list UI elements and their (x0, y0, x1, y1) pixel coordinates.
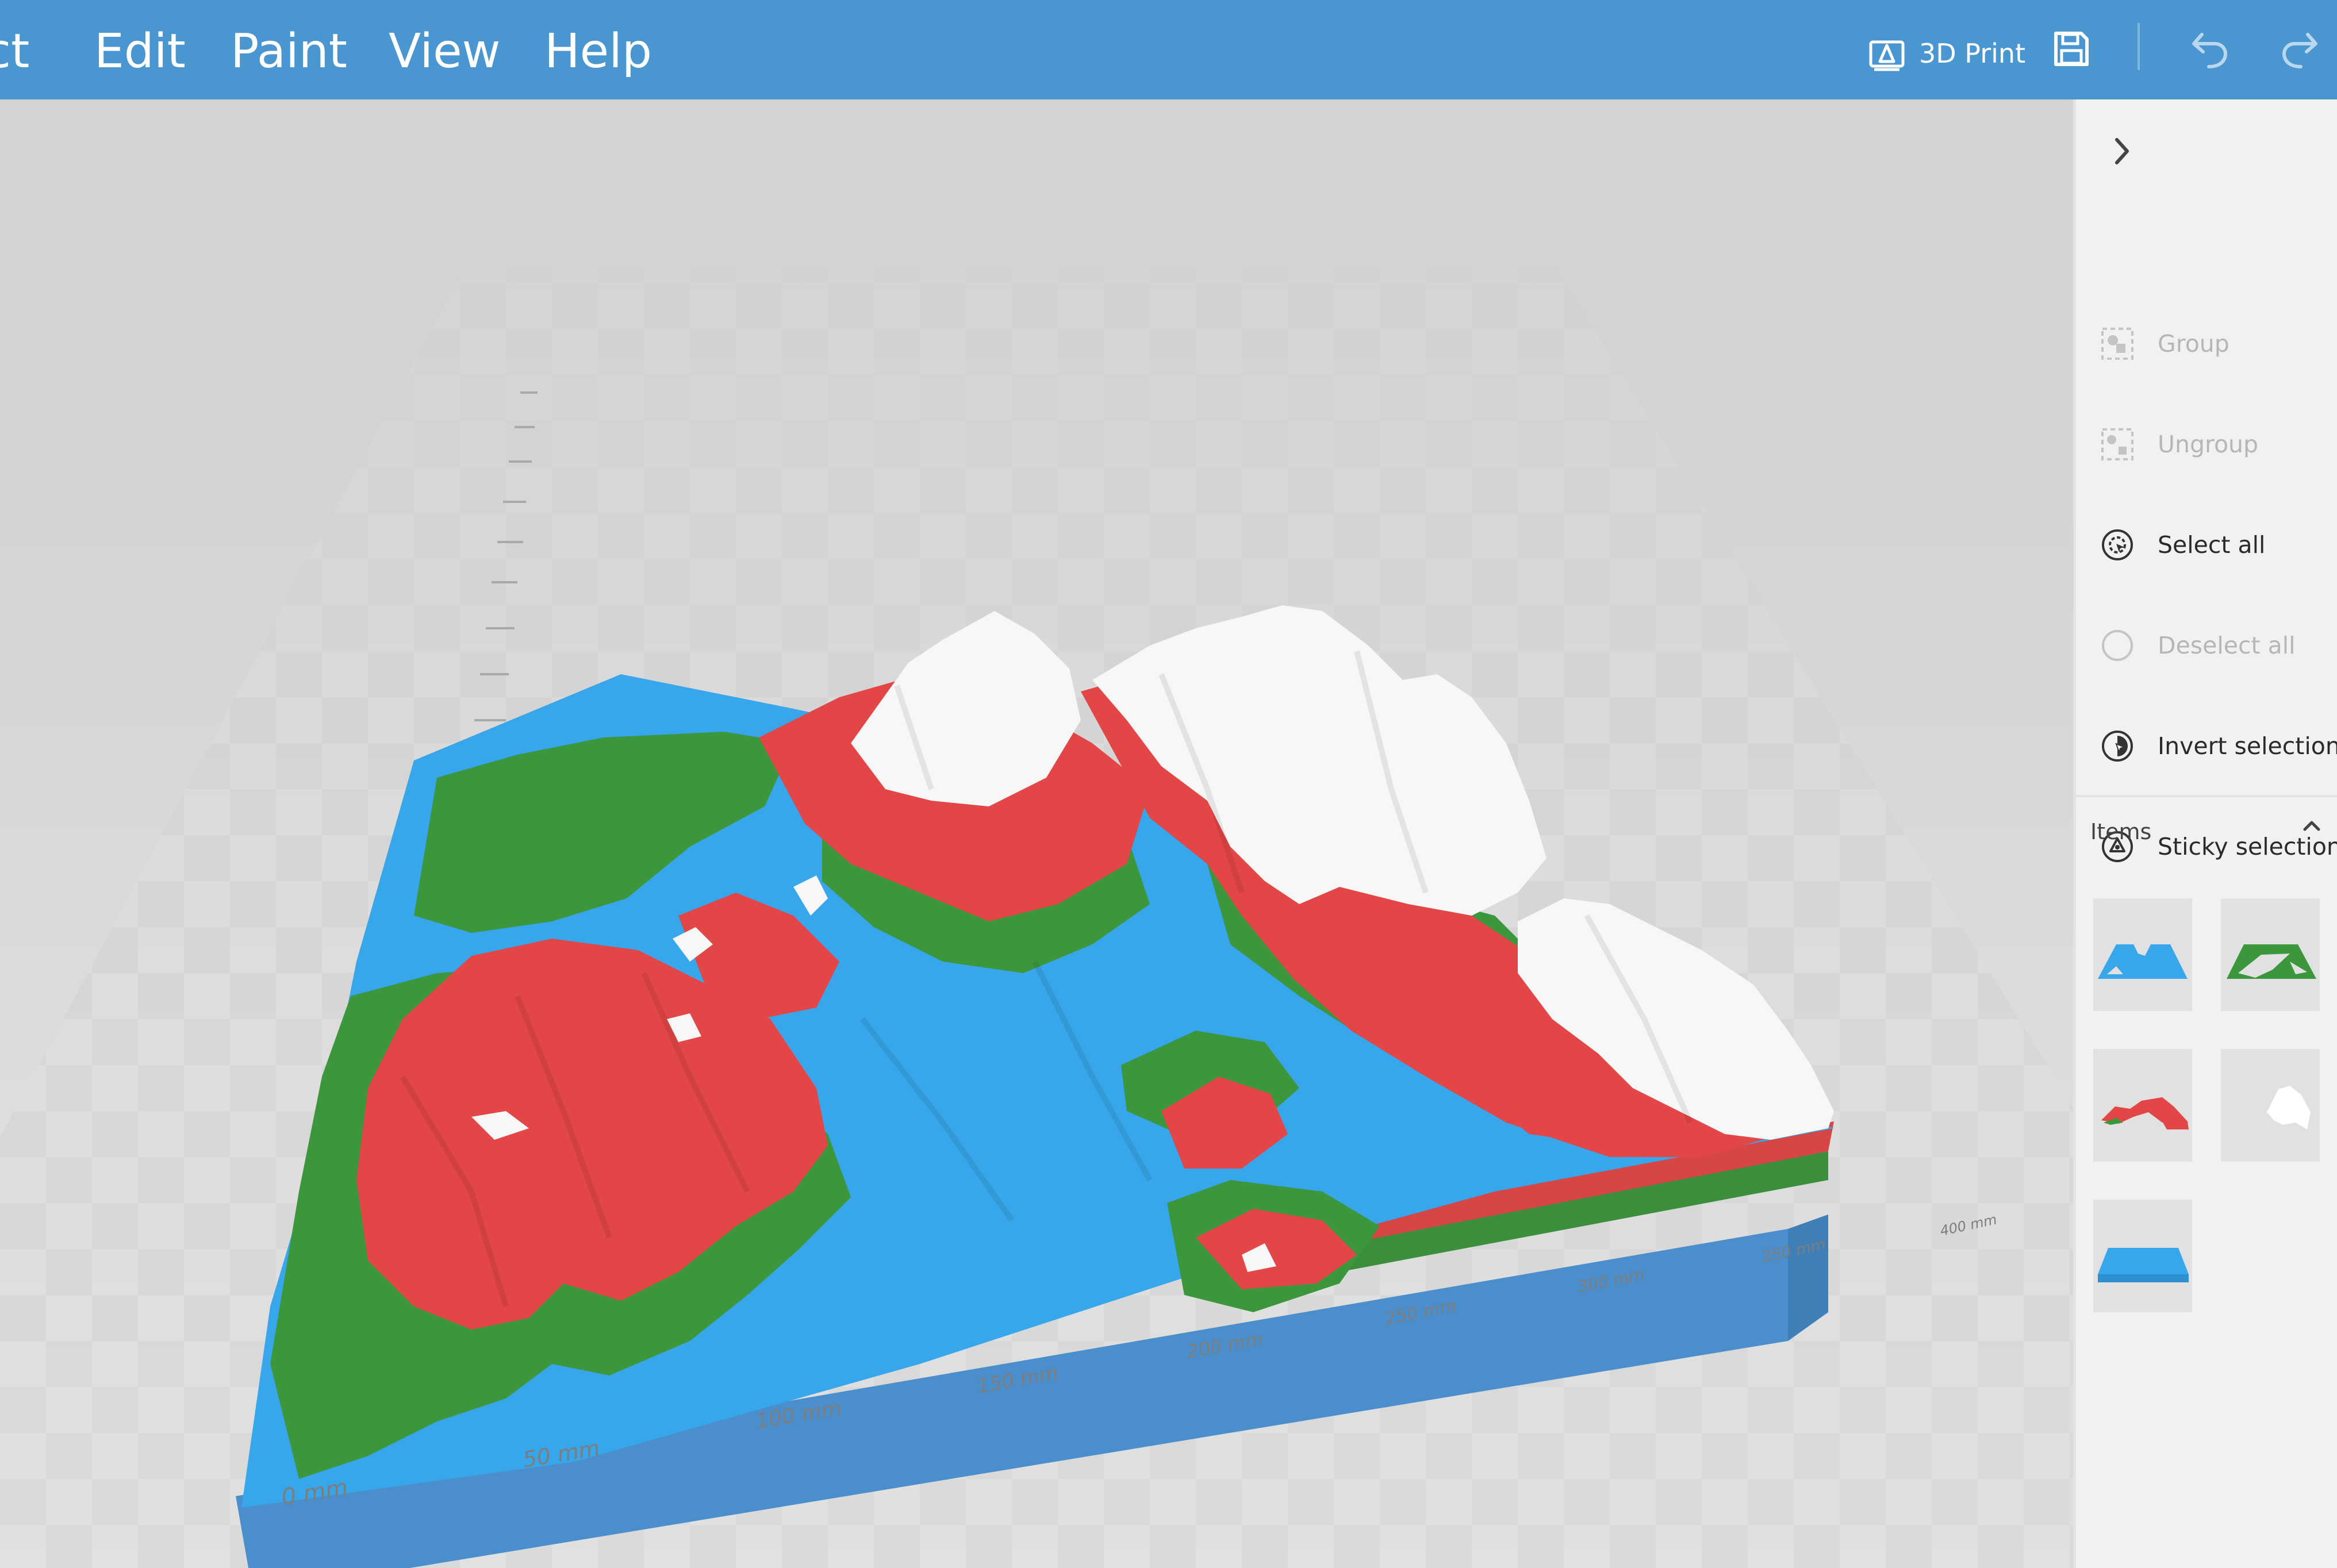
chevron-right-icon (2108, 138, 2136, 171)
3d-scene[interactable] (0, 99, 2073, 1568)
deselect-all-label: Deselect all (2158, 632, 2296, 659)
invert-selection-icon (2102, 731, 2133, 762)
item-thumbnail-rock[interactable] (2093, 1049, 2192, 1162)
collapse-panel-button[interactable] (2108, 134, 2136, 171)
select-all-label: Select all (2158, 531, 2266, 559)
deselect-all-button[interactable]: Deselect all (2099, 620, 2296, 671)
redo-icon (2275, 26, 2321, 72)
base-preview (2098, 1248, 2189, 1282)
group-button[interactable]: Group (2099, 318, 2229, 370)
water-layer-preview (2098, 944, 2188, 979)
save-button[interactable] (2051, 29, 2092, 69)
invert-selection-label: Invert selection (2158, 732, 2337, 760)
undo-icon (2188, 26, 2234, 72)
toolbar-divider (2138, 23, 2140, 70)
menu-view[interactable]: View (389, 23, 501, 80)
item-thumbnail-snow[interactable] (2221, 1049, 2320, 1162)
3d-viewport[interactable]: 0 mm 50 mm 100 mm 150 mm 200 mm 250 mm 3… (0, 99, 2073, 1568)
item-thumbnail-base[interactable] (2093, 1200, 2192, 1312)
items-collapse-button[interactable] (2300, 817, 2323, 836)
menu-bar: ct Edit Paint View Help 3D Print (0, 0, 2337, 99)
item-thumbnail-water[interactable] (2093, 898, 2192, 1011)
3d-print-label: 3D Print (1919, 38, 2026, 69)
redo-button[interactable] (2275, 26, 2321, 72)
snow-layer-preview (2267, 1086, 2311, 1129)
menu-help[interactable]: Help (544, 23, 652, 80)
select-all-button[interactable]: Select all (2099, 519, 2265, 571)
deselect-all-icon (2102, 630, 2133, 661)
invert-selection-button[interactable]: Invert selection (2099, 720, 2337, 772)
ungroup-button[interactable]: Ungroup (2099, 418, 2258, 470)
paint-3d-window: ct Edit Paint View Help 3D Print (0, 0, 2337, 1568)
selection-panel: Group Ungroup Select all Deselect all In… (2073, 99, 2337, 1568)
ungroup-label: Ungroup (2158, 431, 2259, 458)
item-thumbnail-forest[interactable] (2221, 898, 2320, 1011)
sticky-selection-label: Sticky selection (2158, 833, 2337, 860)
menu-project[interactable]: ct (0, 23, 29, 80)
forest-layer-preview (2227, 944, 2316, 979)
chevron-up-icon (2300, 821, 2323, 836)
group-icon (2101, 328, 2133, 360)
rock-layer-preview (2101, 1097, 2189, 1129)
undo-button[interactable] (2188, 26, 2234, 72)
ungroup-icon (2101, 428, 2133, 460)
3d-print-button[interactable]: 3D Print (1867, 28, 2025, 79)
menu-edit[interactable]: Edit (94, 23, 186, 80)
items-header: Items (2090, 819, 2152, 844)
save-icon (2051, 29, 2092, 69)
group-label: Group (2158, 330, 2229, 358)
3d-print-icon (1867, 34, 1906, 73)
select-all-icon (2102, 529, 2133, 560)
panel-divider (2076, 795, 2337, 797)
menu-paint[interactable]: Paint (231, 23, 347, 80)
